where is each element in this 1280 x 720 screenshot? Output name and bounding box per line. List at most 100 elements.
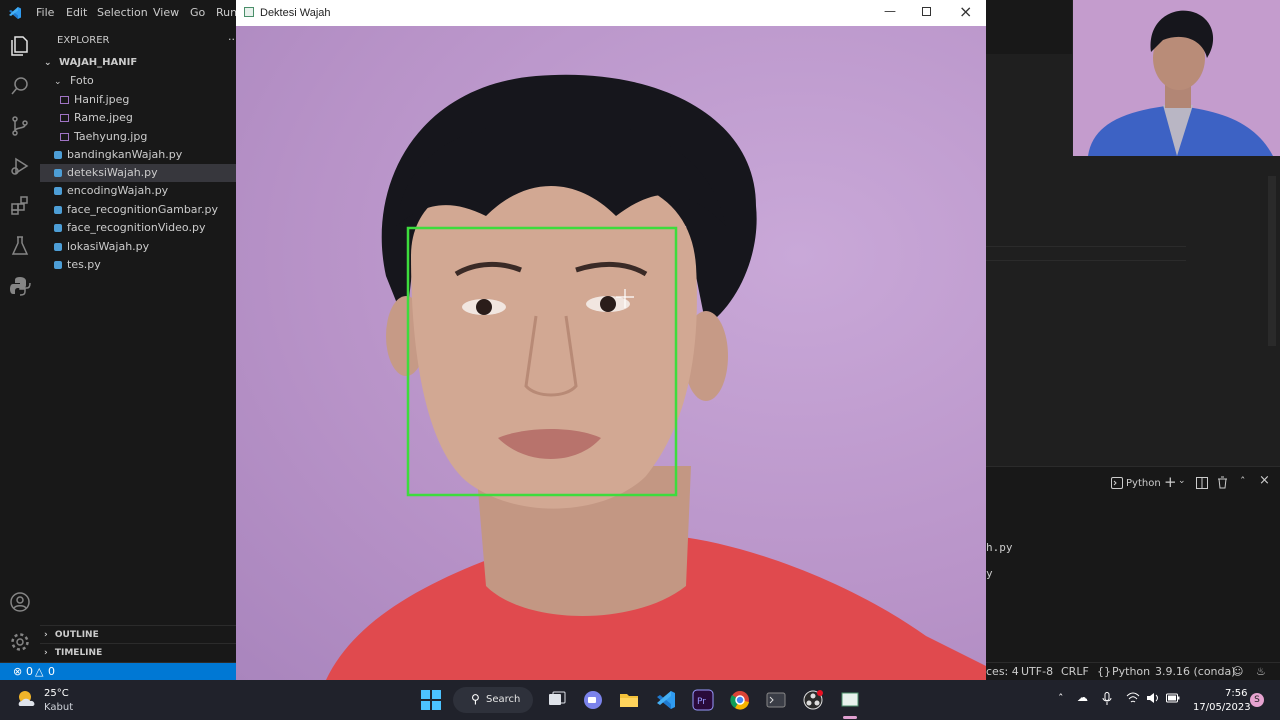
tree-item-rame-jpeg[interactable]: Rame.jpeg xyxy=(40,109,236,127)
menu-selection[interactable]: Selection xyxy=(97,6,148,19)
trash-icon[interactable] xyxy=(1217,476,1228,489)
task-view-icon[interactable] xyxy=(546,689,568,711)
detected-face-image xyxy=(236,26,986,680)
python-icon[interactable] xyxy=(8,274,32,298)
svg-text:Pr: Pr xyxy=(697,697,706,707)
warning-icon: △ xyxy=(35,665,44,678)
taskbar-search-box[interactable]: ⚲ Search xyxy=(453,687,533,713)
premiere-pro-icon[interactable]: Pr xyxy=(692,689,714,711)
status-interpreter[interactable]: 3.9.16 (conda) xyxy=(1155,665,1236,678)
terminal-label[interactable]: Python xyxy=(1126,478,1161,489)
windows-taskbar: 25°C Kabut ⚲ Search Pr ˆ ☁ 7:56 17/05/20… xyxy=(0,680,1280,720)
vscode-logo-icon xyxy=(9,7,21,19)
error-count: 0 xyxy=(26,665,33,678)
minimize-icon[interactable]: — xyxy=(884,4,896,18)
notifications-bell-icon[interactable]: ♨ xyxy=(1256,665,1266,678)
face-photo-illustration xyxy=(326,74,986,680)
python-file-icon xyxy=(54,224,62,232)
settings-gear-icon[interactable] xyxy=(8,630,32,654)
tree-item-deteksiwajah[interactable]: deteksiWajah.py xyxy=(40,164,236,182)
cloud-offline-icon[interactable]: ☁ xyxy=(1077,691,1088,704)
tree-item-bandingkanwajah[interactable]: bandingkanWajah.py xyxy=(40,146,236,164)
image-file-icon xyxy=(60,133,69,141)
chevron-down-icon[interactable]: ⌄ xyxy=(1178,476,1186,486)
error-icon: ⊗ xyxy=(13,665,23,678)
explorer-title: EXPLORER xyxy=(57,35,110,46)
split-terminal-icon[interactable] xyxy=(1196,477,1208,489)
tree-item-face-recognition-video[interactable]: face_recognitionVideo.py xyxy=(40,219,236,237)
teams-chat-icon[interactable] xyxy=(582,689,604,711)
python-file-icon xyxy=(54,169,62,177)
weather-temperature[interactable]: 25°C xyxy=(44,688,69,699)
cv-window-title: Dektesi Wajah xyxy=(260,7,331,19)
outline-section[interactable]: › OUTLINE xyxy=(40,625,236,644)
tree-item-face-recognition-gambar[interactable]: face_recognitionGambar.py xyxy=(40,201,236,219)
user-avatar[interactable]: S xyxy=(1250,693,1264,707)
webcam-overlay xyxy=(1072,0,1280,156)
status-encoding[interactable]: UTF-8 xyxy=(1021,665,1053,678)
status-language[interactable]: Python xyxy=(1112,665,1150,678)
microphone-icon[interactable] xyxy=(1102,692,1112,706)
maximize-icon[interactable] xyxy=(922,7,931,16)
python-file-icon xyxy=(54,261,62,269)
menu-run[interactable]: Run xyxy=(216,6,237,19)
tree-item-foto[interactable]: ⌄ Foto xyxy=(40,72,236,90)
explorer-icon[interactable] xyxy=(8,34,32,58)
tree-item-encodingwajah[interactable]: encodingWajah.py xyxy=(40,182,236,200)
menu-edit[interactable]: Edit xyxy=(66,6,87,19)
testing-icon[interactable] xyxy=(8,234,32,258)
run-debug-icon[interactable] xyxy=(8,154,32,178)
chevron-right-icon: › xyxy=(44,630,48,640)
search-icon[interactable] xyxy=(8,74,32,98)
terminal-line: h.py xyxy=(986,541,1013,554)
clock-date[interactable]: 17/05/2023 xyxy=(1193,702,1251,713)
status-problems[interactable]: ⊗ 0 △ 0 xyxy=(0,663,236,681)
braces-icon: {} xyxy=(1097,665,1111,678)
file-explorer-icon[interactable] xyxy=(618,689,640,711)
wifi-icon[interactable] xyxy=(1126,692,1140,704)
image-file-icon xyxy=(60,96,69,104)
feedback-icon[interactable]: ☺ xyxy=(1232,665,1243,678)
active-app-indicator xyxy=(843,716,857,719)
menu-go[interactable]: Go xyxy=(190,6,205,19)
timeline-section[interactable]: › TIMELINE xyxy=(40,643,236,662)
terminal-app-icon[interactable] xyxy=(765,689,787,711)
menu-file[interactable]: File xyxy=(36,6,54,19)
cv-window-titlebar[interactable]: Dektesi Wajah — × xyxy=(236,0,986,26)
close-window-icon[interactable]: × xyxy=(959,2,972,21)
status-indentation[interactable]: ces: 4 xyxy=(986,665,1019,678)
cv-window: Dektesi Wajah — × xyxy=(236,0,986,680)
terminal-icon xyxy=(1111,477,1123,489)
status-eol[interactable]: CRLF xyxy=(1061,665,1089,678)
image-file-icon xyxy=(60,114,69,122)
vscode-taskbar-icon[interactable] xyxy=(655,689,677,711)
root-folder[interactable]: ⌄ WAJAH_HANIF xyxy=(40,54,236,72)
chrome-icon[interactable] xyxy=(729,689,751,711)
weather-description[interactable]: Kabut xyxy=(44,702,73,713)
windows-start-icon[interactable] xyxy=(420,689,442,711)
add-terminal-icon[interactable]: + xyxy=(1164,473,1177,491)
clock-time[interactable]: 7:56 xyxy=(1225,688,1247,699)
terminal-panel: Python + ⌄ ˆ × h.py y xyxy=(986,466,1280,663)
editor-scrollbar[interactable] xyxy=(1268,176,1276,346)
tree-item-tes[interactable]: tes.py xyxy=(40,256,236,274)
extensions-icon[interactable] xyxy=(8,194,32,218)
editor-divider xyxy=(986,246,1186,247)
tree-item-taehyung-jpg[interactable]: Taehyung.jpg xyxy=(40,128,236,146)
warning-count: 0 xyxy=(48,665,55,678)
show-hidden-icons-chevron-icon[interactable]: ˆ xyxy=(1058,692,1064,705)
python-window-taskbar-icon[interactable] xyxy=(839,689,861,711)
obs-studio-icon[interactable] xyxy=(802,689,824,711)
menu-view[interactable]: View xyxy=(153,6,179,19)
explorer-sidebar: EXPLORER ... ⌄ WAJAH_HANIF ⌄ Foto Hanif.… xyxy=(40,26,239,662)
weather-cloud-sun-icon[interactable] xyxy=(16,689,38,709)
tree-item-lokasiwajah[interactable]: lokasiWajah.py xyxy=(40,238,236,256)
chevron-up-icon[interactable]: ˆ xyxy=(1240,475,1246,488)
account-icon[interactable] xyxy=(8,590,32,614)
tree-item-hanif-jpeg[interactable]: Hanif.jpeg xyxy=(40,91,236,109)
battery-icon[interactable] xyxy=(1166,693,1180,703)
close-panel-icon[interactable]: × xyxy=(1259,473,1270,488)
source-control-icon[interactable] xyxy=(8,114,32,138)
search-label: Search xyxy=(486,694,521,705)
volume-icon[interactable] xyxy=(1146,692,1160,704)
